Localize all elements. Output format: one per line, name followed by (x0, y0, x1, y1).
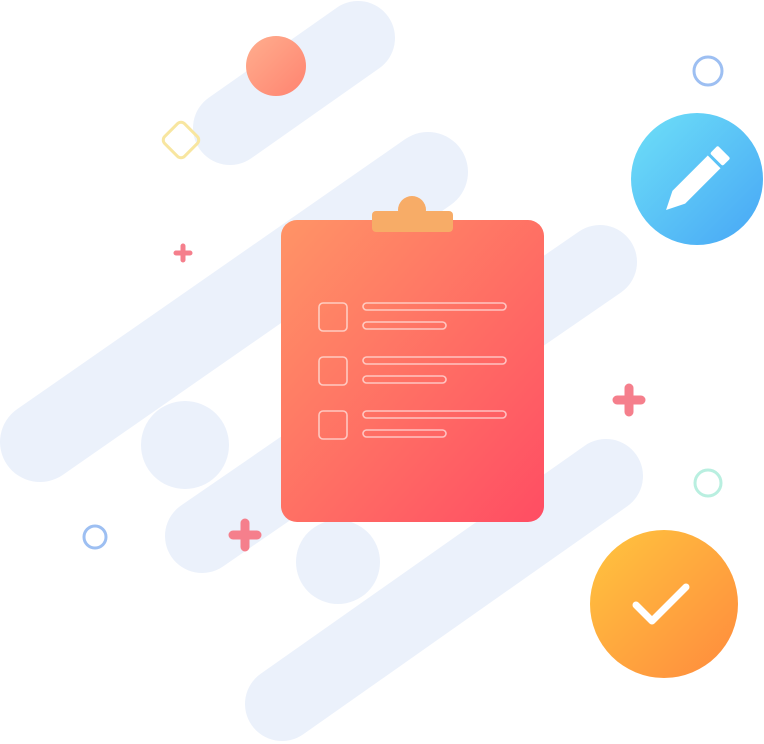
clipboard-board (281, 220, 544, 522)
check-badge (590, 530, 738, 678)
plus-icon (612, 383, 646, 417)
illustration (0, 0, 764, 744)
ring-decoration (693, 468, 723, 498)
illustration-canvas (0, 1, 763, 741)
pencil-badge (631, 113, 763, 245)
clipboard-icon (281, 196, 544, 522)
check-badge-circle (590, 530, 738, 678)
clipboard-clip (372, 211, 453, 232)
ring-decoration (692, 55, 724, 87)
plus-icon (173, 243, 193, 263)
backdrop-blob (296, 520, 380, 604)
top-circle-decoration (246, 36, 306, 96)
ring-decoration (82, 524, 108, 550)
backdrop-blob (141, 401, 229, 489)
